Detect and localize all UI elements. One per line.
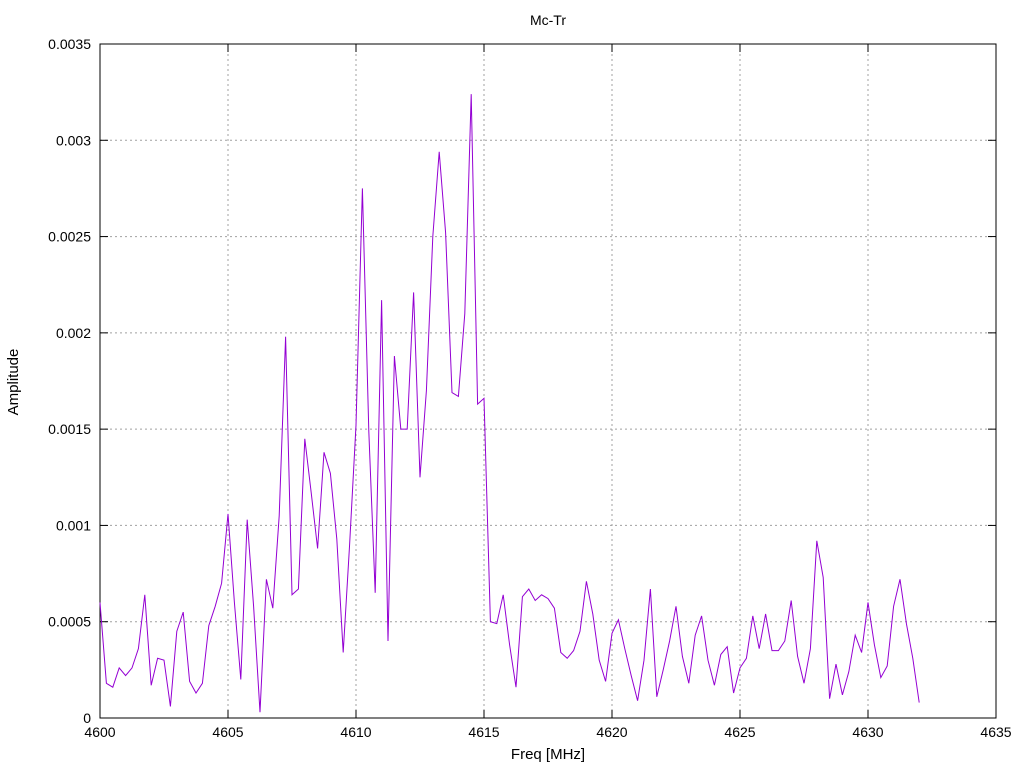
x-tick-label: 4630 <box>852 724 883 740</box>
y-tick-label: 0.001 <box>56 517 91 533</box>
y-tick-label: 0.0035 <box>48 36 91 52</box>
x-tick-label: 4600 <box>84 724 115 740</box>
x-axis-title: Freq [MHz] <box>511 746 585 763</box>
x-tick-label: 4625 <box>724 724 755 740</box>
x-tick-label: 4620 <box>596 724 627 740</box>
y-tick-label: 0.0015 <box>48 421 91 437</box>
x-tick-label: 4605 <box>212 724 243 740</box>
chart-background <box>0 0 1024 768</box>
chart-title: Mc-Tr <box>530 12 566 28</box>
y-tick-label: 0.003 <box>56 132 91 148</box>
y-axis-title: Amplitude <box>5 349 22 416</box>
line-chart: 4600 4605 4610 4615 4620 4625 4630 4635 0 0.0005… <box>0 0 1024 768</box>
y-tick-label: 0.0005 <box>48 614 91 630</box>
y-tick-label: 0 <box>83 710 91 726</box>
y-tick-label: 0.0025 <box>48 229 91 245</box>
y-tick-label: 0.002 <box>56 325 91 341</box>
x-tick-label: 4615 <box>468 724 499 740</box>
x-tick-label: 4610 <box>340 724 371 740</box>
x-tick-label: 4635 <box>980 724 1011 740</box>
